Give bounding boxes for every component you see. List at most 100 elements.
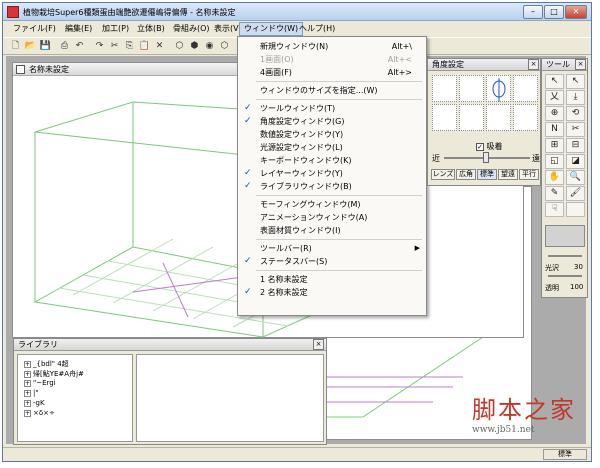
close-icon[interactable]: × (313, 339, 324, 350)
checkbox-icon[interactable]: ✓ (476, 143, 484, 151)
save-icon[interactable]: 💾 (39, 40, 52, 53)
parallel-button[interactable]: 平行 (519, 169, 539, 180)
tool-button[interactable]: ↖ (566, 74, 585, 89)
window-menu-item[interactable]: 1画面(O) Alt+< (238, 53, 426, 66)
menu-solid[interactable]: 立体(B) (133, 22, 169, 36)
tool-button[interactable]: ◱ (545, 154, 564, 169)
angle-cell[interactable] (459, 104, 484, 131)
window-menu-item[interactable]: ✓ レイヤーウィンドウ(Y) (238, 167, 426, 180)
standard-button[interactable]: 標準 (477, 169, 497, 180)
angle-cell[interactable] (432, 104, 457, 131)
window-menu-item[interactable]: ✓ ステータスバー(S) (238, 255, 426, 268)
tool-button[interactable]: 🖌 (566, 186, 585, 201)
redo-icon[interactable]: ↷ (93, 40, 106, 53)
expand-icon[interactable]: + (24, 360, 31, 368)
tool-button[interactable]: ⊟ (566, 138, 585, 153)
tool-button[interactable]: ⊞ (545, 138, 564, 153)
window-menu-item[interactable]: ✓ ライブラリウィンドウ(B) (238, 180, 426, 193)
library-tree-item[interactable]: + ×δ×÷ (24, 409, 55, 417)
expand-icon[interactable]: + (24, 389, 31, 397)
window-menu-item[interactable]: 数値設定ウィンドウ(Y) (238, 128, 426, 141)
library-tree-item[interactable]: + "~Ergi (24, 379, 56, 387)
window-menu-item[interactable]: キーボードウィンドウ(K) (238, 154, 426, 167)
library-tree-item[interactable]: + 帰[鮎YE#A舟j# (24, 369, 84, 379)
snap-checkbox[interactable]: ✓ 吸着 (476, 141, 503, 152)
tool-button[interactable]: 🔍 (566, 170, 585, 185)
tool-button[interactable]: 乂 (545, 90, 564, 105)
cube-view-icon[interactable]: ⬡ (173, 40, 186, 53)
cube-wire-icon[interactable]: ⬡ (218, 40, 231, 53)
window-menu-item[interactable]: ✓ 角度設定ウィンドウ(G) (238, 115, 426, 128)
angle-cell[interactable] (486, 104, 511, 131)
window-menu-item[interactable]: 4画面(F) Alt+> (238, 66, 426, 79)
tool-button[interactable]: N (545, 122, 564, 137)
gloss-slider[interactable] (548, 255, 582, 257)
window-menu-item[interactable]: 1 名称未設定 (238, 273, 426, 286)
tool-button[interactable] (566, 202, 585, 217)
window-menu-item[interactable]: ✓ ツールウィンドウ(T) (238, 102, 426, 115)
sphere-icon[interactable]: ◉ (203, 40, 216, 53)
window-menu-item[interactable]: 光源設定ウィンドウ(L) (238, 141, 426, 154)
new-file-icon[interactable]: 🗋 (9, 40, 22, 53)
angle-cell[interactable] (513, 75, 538, 102)
library-tree-item[interactable]: + |" (24, 389, 39, 397)
expand-icon[interactable]: + (24, 399, 31, 407)
tools-panel-title[interactable]: ツール × (542, 59, 587, 71)
menu-process[interactable]: 加工(P) (98, 22, 133, 36)
tool-button[interactable]: ⤓ (566, 90, 585, 105)
delete-icon[interactable]: ✕ (153, 40, 166, 53)
angle-panel-title[interactable]: 角度設定 × (428, 59, 540, 71)
minimize-button[interactable]: – (523, 5, 543, 19)
library-tree[interactable]: + _{bdl" 4超 + 帰[鮎YE#A舟j# + "~Ergi + |" + -gK + ×δ×÷ (17, 354, 133, 442)
library-preview[interactable] (136, 354, 324, 442)
tool-button[interactable]: ↖ (545, 74, 564, 89)
zoom-slider-thumb[interactable] (483, 152, 489, 163)
tool-button[interactable]: ◪ (566, 154, 585, 169)
tool-button[interactable]: ⊕ (545, 106, 564, 121)
window-menu-item[interactable]: 新規ウィンドウ(N) Alt+\ (238, 40, 426, 53)
close-icon[interactable]: × (528, 59, 539, 70)
cube-solid-icon[interactable]: ⬢ (188, 40, 201, 53)
tool-button[interactable]: ✂ (566, 122, 585, 137)
library-title[interactable]: ライブラリ × (14, 339, 326, 351)
window-menu-item[interactable]: モーフィングウィンドウ(M) (238, 198, 426, 211)
print-icon[interactable]: ⎙ (58, 40, 71, 53)
tele-button[interactable]: 望遠 (498, 169, 518, 180)
paste-icon[interactable]: 📋 (138, 40, 151, 53)
close-button[interactable]: ✕ (565, 5, 587, 19)
wide-button[interactable]: 広角 (456, 169, 476, 180)
menu-help[interactable]: ヘルプ(H) (295, 22, 339, 36)
window-menu-item[interactable]: 表面材質ウィンドウ(I) (238, 224, 426, 237)
expand-icon[interactable]: + (24, 409, 31, 417)
opacity-slider[interactable] (548, 275, 582, 277)
window-menu-item[interactable]: ウィンドウのサイズを指定...(W) (238, 84, 426, 97)
tool-button[interactable]: ✎ (545, 186, 564, 201)
cut-icon[interactable]: ✂ (108, 40, 121, 53)
lens-button[interactable]: レンズ (431, 169, 455, 180)
angle-cell[interactable] (486, 75, 511, 102)
close-icon[interactable]: × (575, 59, 586, 70)
angle-cell[interactable] (459, 75, 484, 102)
maximize-button[interactable]: □ (544, 5, 564, 19)
menu-edit[interactable]: 編集(E) (61, 22, 96, 36)
menu-window[interactable]: ウィンドウ(W) (239, 22, 304, 36)
tool-button[interactable]: ⟲ (566, 106, 585, 121)
expand-icon[interactable]: + (24, 379, 31, 387)
tool-button[interactable]: ☟ (545, 202, 564, 217)
color-swatch[interactable] (545, 225, 585, 247)
window-menu-item[interactable]: ツールバー(R) ▶ (238, 242, 426, 255)
angle-cell[interactable] (513, 104, 538, 131)
title-bar[interactable]: 植物栽培Super6種類蛋由端艶欲遷僊嶋得偏傳 - 名称未設定 – □ ✕ (3, 3, 591, 21)
undo-icon[interactable]: ↶ (73, 40, 86, 53)
window-menu-item[interactable]: ✓ 2 名称未設定 (238, 286, 426, 299)
expand-icon[interactable]: + (24, 370, 31, 378)
library-tree-item[interactable]: + _{bdl" 4超 (24, 359, 69, 369)
open-file-icon[interactable]: 📂 (24, 40, 37, 53)
window-menu-item[interactable]: アニメーションウィンドウ(A) (238, 211, 426, 224)
menu-file[interactable]: ファイル(F) (9, 22, 60, 36)
copy-icon[interactable]: ⎘ (123, 40, 136, 53)
menu-skeleton[interactable]: 骨組み(O) (169, 22, 214, 36)
library-tree-item[interactable]: + -gK (24, 399, 45, 407)
angle-cell[interactable] (432, 75, 457, 102)
tool-button[interactable]: ✋ (545, 170, 564, 185)
